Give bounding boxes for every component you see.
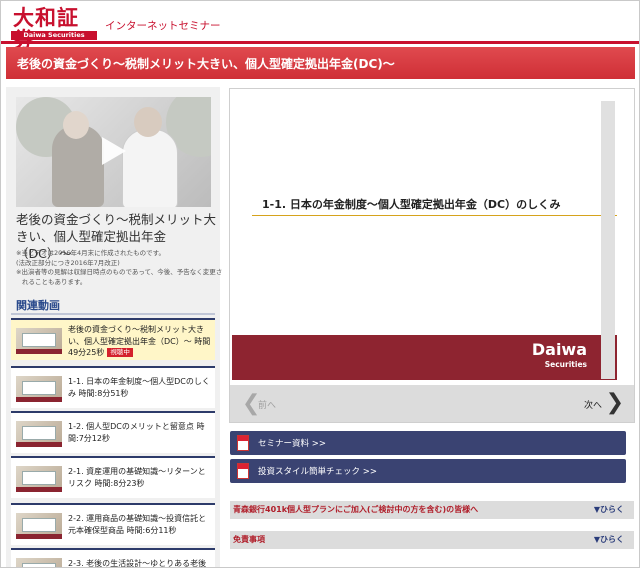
related-video-item[interactable]: 2-2. 運用商品の基礎知識〜投資信託と元本確保型商品 時間:6分11秒 [11, 503, 215, 545]
seminar-materials-label: セミナー資料 >> [258, 439, 326, 449]
note-line: ※当ビデオは2016年4月末に作成されたものです。 [16, 249, 165, 257]
prev-button[interactable]: 前へ [258, 398, 276, 411]
play-icon[interactable] [102, 137, 126, 165]
related-video-thumbnail [16, 466, 62, 492]
related-video-title: 1-1. 日本の年金制度〜個人型DCのしくみ 時間:8分51秒 [68, 377, 210, 398]
slide-viewer: 1-1. 日本の年金制度〜個人型確定拠出年金（DC）のしくみ Daiwa Sec… [229, 88, 635, 423]
chevron-right-icon[interactable]: ❯ [606, 392, 624, 414]
page-frame: 大和証券 Daiwa Securities インターネットセミナー 老後の資金づ… [0, 0, 640, 568]
related-videos-heading: 関連動画 [16, 299, 60, 312]
left-column: 老後の資金づくり〜税制メリット大きい、個人型確定拠出年金（DC）〜 ※当ビデオは… [6, 87, 223, 568]
related-video-item[interactable]: 1-1. 日本の年金制度〜個人型DCのしくみ 時間:8分51秒 [11, 366, 215, 408]
slide-logo-main: Daiwa [531, 340, 587, 359]
seminar-materials-button[interactable]: セミナー資料 >> [230, 431, 626, 455]
related-video-item[interactable]: 2-1. 資産運用の基礎知識〜リターンとリスク 時間:8分23秒 [11, 456, 215, 498]
related-video-item[interactable]: 2-3. 老後の生活設計〜ゆとりある老後生 [11, 548, 215, 568]
related-video-title: 老後の資金づくり〜税制メリット大きい、個人型確定拠出年金（DC）〜 時間49分2… [68, 325, 211, 357]
related-video-thumbnail [16, 421, 62, 447]
related-video-title: 2-2. 運用商品の基礎知識〜投資信託と元本確保型商品 時間:6分11秒 [68, 514, 207, 535]
slide-title-rule [252, 215, 617, 216]
note-line: れることもあります。 [22, 277, 87, 286]
now-playing-badge: 視聴中 [107, 348, 133, 357]
pdf-icon [237, 463, 249, 479]
related-video-title: 2-3. 老後の生活設計〜ゆとりある老後生 [68, 559, 207, 568]
daiwa-logo[interactable]: 大和証券 Daiwa Securities [11, 7, 97, 51]
slide-logo-sub: Securities [544, 360, 587, 369]
investment-style-check-button[interactable]: 投資スタイル簡単チェック >> [230, 459, 626, 483]
related-video-thumbnail [16, 376, 62, 402]
related-video-thumbnail [16, 558, 62, 567]
accordion-label: 青森銀行401k個人型プランにご加入(ご検討中の方を含む)の皆様へ [233, 505, 479, 514]
related-video-title: 2-1. 資産運用の基礎知識〜リターンとリスク 時間:8分23秒 [68, 467, 206, 488]
slide: 1-1. 日本の年金制度〜個人型確定拠出年金（DC）のしくみ Daiwa Sec… [232, 99, 617, 382]
related-video-item[interactable]: 1-2. 個人型DCのメリットと留意点 時間:7分12秒 [11, 411, 215, 453]
related-video-title: 1-2. 個人型DCのメリットと留意点 時間:7分12秒 [68, 422, 205, 443]
title-banner: 老後の資金づくり〜税制メリット大きい、個人型確定拠出年金(DC)〜 [6, 47, 635, 79]
note-line: (法改正部分につき2016年7月改正) [16, 258, 120, 267]
accordion-toggle[interactable]: ▼ひらく [594, 534, 624, 545]
pdf-icon [237, 435, 249, 451]
site-label: インターネットセミナー [105, 20, 221, 32]
accordion-toggle[interactable]: ▼ひらく [594, 504, 624, 515]
logo-en-text: Daiwa Securities [23, 31, 85, 39]
related-video-thumbnail [16, 513, 62, 539]
person-head [134, 107, 162, 137]
related-video-item[interactable]: 老後の資金づくり〜税制メリット大きい、個人型確定拠出年金（DC）〜 時間49分2… [11, 318, 215, 360]
related-video-thumbnail [16, 328, 62, 354]
related-divider [11, 313, 215, 315]
video-notes: ※当ビデオは2016年4月末に作成されたものです。 (法改正部分につき2016年… [16, 249, 223, 287]
person-head [63, 111, 89, 139]
slide-footer: Daiwa Securities [232, 335, 617, 380]
logo-jp-text: 大和証券 [13, 5, 79, 51]
site-header: 大和証券 Daiwa Securities インターネットセミナー [1, 1, 639, 51]
next-button[interactable]: 次へ [584, 398, 602, 411]
accordion-disclaimer[interactable]: 免責事項 ▼ひらく [230, 531, 634, 549]
slide-nav-bar: ❮ 前へ 次へ ❯ [230, 385, 634, 422]
accordion-aomori-bank[interactable]: 青森銀行401k個人型プランにご加入(ご検討中の方を含む)の皆様へ ▼ひらく [230, 501, 634, 519]
header-divider [1, 41, 639, 44]
page-title: 老後の資金づくり〜税制メリット大きい、個人型確定拠出年金(DC)〜 [17, 57, 395, 71]
slide-title: 1-1. 日本の年金制度〜個人型確定拠出年金（DC）のしくみ [262, 198, 561, 211]
person-figure [122, 129, 178, 207]
video-thumbnail[interactable] [16, 97, 211, 207]
slide-scrollbar[interactable] [601, 101, 615, 379]
investment-style-check-label: 投資スタイル簡単チェック >> [258, 467, 377, 477]
accordion-label: 免責事項 [233, 535, 265, 544]
note-line: ※出演者等の見解は収録日時点のものであって、今後、予告なく変更さ [16, 268, 223, 276]
